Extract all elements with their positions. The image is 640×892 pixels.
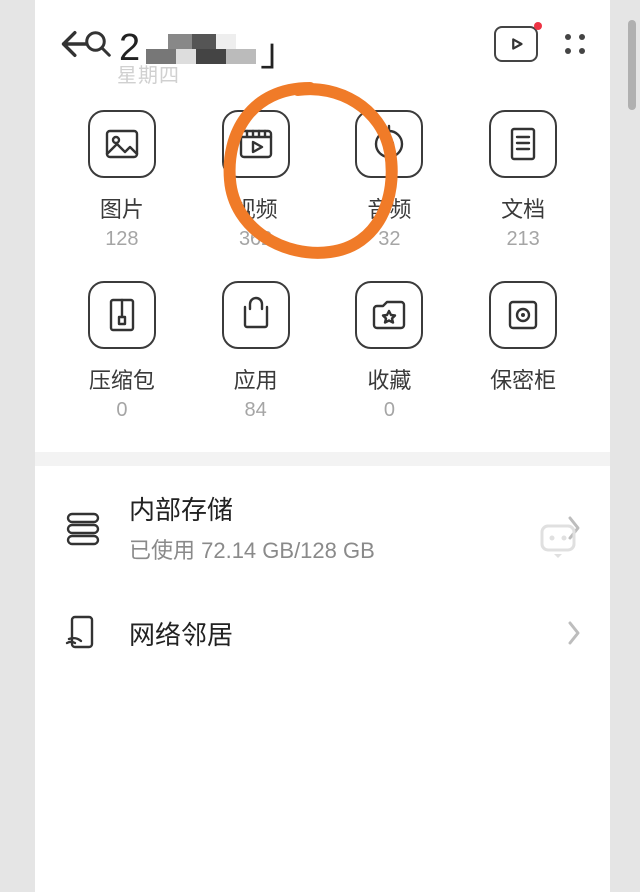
row-text: 网络邻居	[129, 615, 540, 652]
document-icon	[503, 124, 543, 164]
internal-storage-row[interactable]: 内部存储 已使用 72.14 GB/128 GB	[35, 466, 610, 589]
category-audio[interactable]: 音频 32	[323, 110, 457, 251]
category-count: 84	[245, 399, 267, 422]
image-icon	[102, 124, 142, 164]
category-count: 128	[105, 228, 138, 251]
category-label: 图片	[100, 192, 144, 224]
category-label: 收藏	[367, 363, 411, 395]
floating-assist-icon[interactable]	[538, 520, 578, 560]
category-label: 视频	[234, 192, 278, 224]
cast-icon	[505, 33, 527, 55]
category-label: 文档	[501, 192, 545, 224]
search-icon	[83, 29, 113, 59]
category-label: 保密柜	[490, 363, 556, 395]
category-label: 应用	[234, 363, 278, 395]
network-icon	[63, 613, 103, 653]
category-label: 压缩包	[89, 363, 155, 395]
category-count: 213	[506, 228, 539, 251]
search-button[interactable]: 2 」 星期四	[89, 29, 494, 59]
category-videos[interactable]: 视频 362	[189, 110, 323, 251]
cast-button[interactable]	[494, 26, 538, 62]
category-docs[interactable]: 文档 213	[456, 110, 590, 251]
network-neighbor-row[interactable]: 网络邻居	[35, 589, 610, 677]
category-label: 音频	[367, 192, 411, 224]
row-subtitle: 已使用 72.14 GB/128 GB	[129, 533, 540, 565]
category-safe[interactable]: 保密柜	[456, 281, 590, 422]
category-favorites[interactable]: 收藏 0	[323, 281, 457, 422]
video-icon	[236, 124, 276, 164]
row-text: 内部存储 已使用 72.14 GB/128 GB	[129, 490, 540, 565]
safe-icon	[503, 295, 543, 335]
storage-icon	[63, 508, 103, 548]
category-count: 0	[116, 399, 127, 422]
category-count: 32	[378, 228, 400, 251]
title-trail: 」	[260, 21, 300, 76]
page-scrollbar[interactable]	[628, 20, 636, 110]
archive-icon	[102, 295, 142, 335]
chevron-right-icon	[566, 619, 582, 647]
favorite-icon	[369, 295, 409, 335]
more-icon	[565, 34, 571, 40]
category-count: 362	[239, 228, 272, 251]
audio-icon	[369, 124, 409, 164]
row-title: 网络邻居	[129, 615, 540, 652]
category-images[interactable]: 图片 128	[55, 110, 189, 251]
notification-dot	[534, 22, 542, 30]
category-count: 0	[384, 399, 395, 422]
category-archives[interactable]: 压缩包 0	[55, 281, 189, 422]
more-button[interactable]	[560, 29, 590, 59]
category-apps[interactable]: 应用 84	[189, 281, 323, 422]
subtitle-behind: 星期四	[117, 59, 180, 88]
top-bar: 2 」 星期四	[35, 0, 610, 70]
app-icon	[236, 295, 276, 335]
category-grid: 图片 128 视频 362 音频 32 文档 213 压缩包 0 应用 84	[35, 70, 610, 452]
row-title: 内部存储	[129, 490, 540, 527]
section-divider	[35, 452, 610, 466]
